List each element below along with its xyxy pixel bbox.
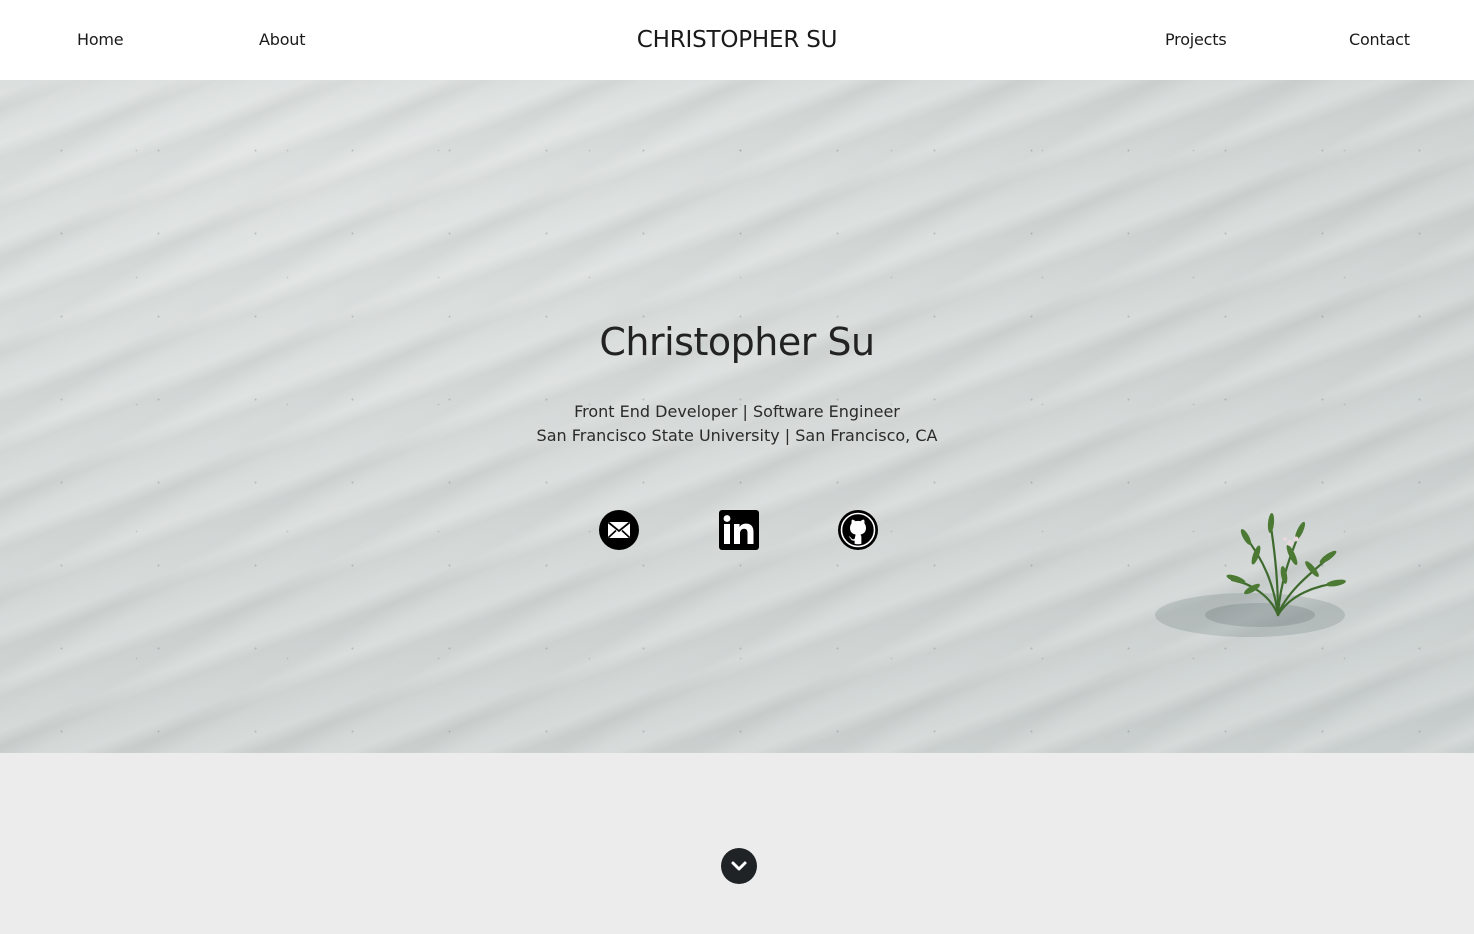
- hero-name-heading: Christopher Su: [599, 320, 875, 364]
- top-navigation: Home About CHRISTOPHER SU Projects Conta…: [0, 0, 1474, 80]
- chevron-down-icon: [731, 861, 747, 871]
- hero-section: Christopher Su Front End Developer | Sof…: [0, 80, 1474, 753]
- nav-about-link[interactable]: About: [259, 0, 306, 80]
- plant-illustration: [1140, 465, 1380, 665]
- github-icon[interactable]: [837, 509, 879, 551]
- hero-role-text: Front End Developer | Software Engineer: [574, 402, 900, 421]
- nav-projects-link[interactable]: Projects: [1165, 0, 1227, 80]
- linkedin-icon[interactable]: [718, 509, 760, 551]
- hero-location-text: San Francisco State University | San Fra…: [536, 426, 938, 445]
- lower-section: [0, 753, 1474, 934]
- brand-container: CHRISTOPHER SU: [0, 0, 1474, 80]
- nav-home-link[interactable]: Home: [77, 0, 124, 80]
- nav-contact-link[interactable]: Contact: [1349, 0, 1410, 80]
- mail-icon[interactable]: [598, 509, 640, 551]
- scroll-down-button[interactable]: [721, 848, 757, 884]
- site-brand-title[interactable]: CHRISTOPHER SU: [637, 27, 838, 53]
